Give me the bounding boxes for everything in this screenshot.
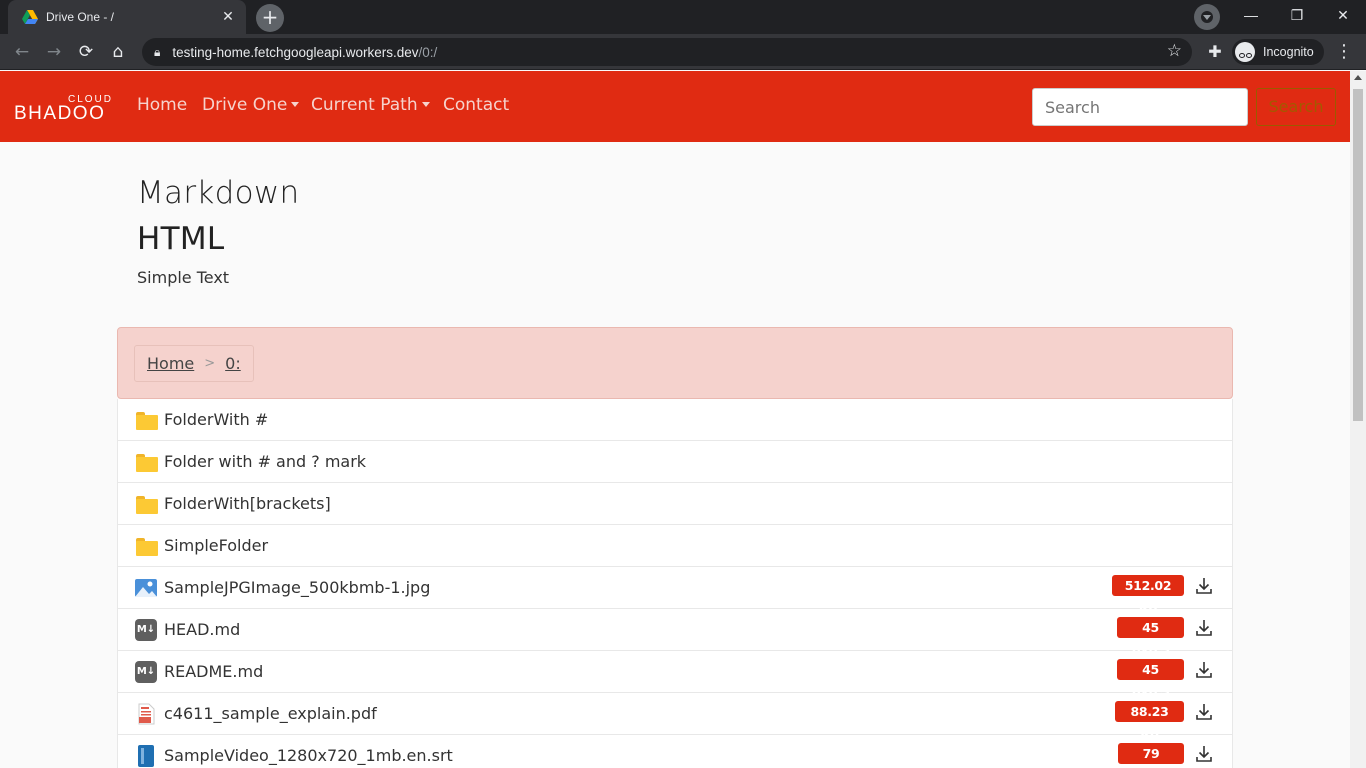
- incognito-indicator[interactable]: Incognito: [1232, 39, 1324, 65]
- url-field[interactable]: 🔒︎ testing-home.fetchgoogleapi.workers.d…: [142, 38, 1192, 66]
- minimize-button[interactable]: —: [1228, 0, 1274, 32]
- file-name[interactable]: c4611_sample_explain.pdf: [164, 704, 377, 723]
- list-item[interactable]: Folder with # and ? mark: [118, 441, 1232, 483]
- file-name[interactable]: README.md: [164, 662, 263, 681]
- forward-arrow-icon[interactable]: →: [40, 38, 68, 66]
- new-tab-button[interactable]: +: [256, 4, 284, 32]
- search-button[interactable]: Search: [1256, 88, 1336, 126]
- folder-icon: [135, 535, 158, 557]
- page-viewport: CLOUD BHADOO Home Drive One Current Path…: [0, 71, 1350, 768]
- tab-close-icon[interactable]: ✕: [220, 9, 236, 25]
- google-drive-icon: [22, 10, 38, 24]
- list-item[interactable]: SimpleFolder: [118, 525, 1232, 567]
- home-icon[interactable]: ⌂: [104, 38, 132, 66]
- nav-home[interactable]: Home: [137, 95, 187, 115]
- subtitle-file-icon: [138, 744, 154, 767]
- list-item[interactable]: SampleVideo_1280x720_1mb.en.srt 79 bytes: [118, 735, 1232, 768]
- breadcrumb-separator: >: [204, 356, 216, 371]
- download-icon[interactable]: [1194, 618, 1214, 638]
- chevron-down-icon: [291, 102, 300, 107]
- download-icon[interactable]: [1194, 744, 1214, 764]
- download-icon[interactable]: [1194, 660, 1214, 680]
- scroll-up-arrow-icon[interactable]: [1354, 75, 1362, 80]
- lock-icon: 🔒︎: [154, 44, 161, 59]
- list-item[interactable]: M↓ README.md 45 bytes: [118, 651, 1232, 698]
- restore-button[interactable]: ❐: [1274, 0, 1320, 32]
- browser-tab-bar: Drive One - / ✕ + — ❐ ✕: [0, 0, 1366, 34]
- tab-title: Drive One - /: [46, 10, 115, 24]
- folder-icon: [135, 493, 158, 515]
- list-item[interactable]: FolderWith #: [118, 399, 1232, 441]
- file-size-badge: 79 bytes: [1118, 743, 1184, 768]
- tab-search-icon[interactable]: [1194, 4, 1220, 30]
- readme-heading-2: HTML: [137, 221, 225, 257]
- breadcrumb-home-link[interactable]: Home: [147, 354, 194, 373]
- url-host: testing-home.fetchgoogleapi.workers.dev: [172, 44, 419, 60]
- download-icon[interactable]: [1194, 702, 1214, 722]
- scrollbar-thumb[interactable]: [1353, 89, 1363, 421]
- file-size-badge: 45 bytes: [1117, 617, 1184, 656]
- back-arrow-icon[interactable]: ←: [8, 38, 36, 66]
- incognito-label: Incognito: [1263, 45, 1314, 59]
- bookmark-star-icon[interactable]: ☆: [1167, 41, 1182, 61]
- file-list: FolderWith # Folder with # and ? mark Fo…: [117, 399, 1233, 768]
- file-name[interactable]: FolderWith #: [164, 410, 268, 429]
- brand-logo[interactable]: CLOUD BHADOO: [14, 94, 114, 124]
- pdf-file-icon: [138, 703, 155, 724]
- markdown-file-icon: M↓: [135, 618, 157, 641]
- address-bar: ← → ⟳ ⌂ 🔒︎ testing-home.fetchgoogleapi.w…: [0, 34, 1366, 70]
- file-size-badge: 88.23 KB: [1115, 701, 1184, 740]
- nav-drive-one-label: Drive One: [202, 95, 288, 115]
- breadcrumb-container: Home > 0:: [117, 327, 1233, 399]
- folder-icon: [135, 409, 158, 431]
- readme-text: Simple Text: [137, 268, 230, 287]
- browser-menu-icon[interactable]: ⋮: [1334, 38, 1354, 66]
- file-name[interactable]: FolderWith[brackets]: [164, 494, 331, 513]
- site-navbar: CLOUD BHADOO Home Drive One Current Path…: [0, 71, 1350, 142]
- file-size-badge: 45 bytes: [1117, 659, 1184, 698]
- nav-current-path-label: Current Path: [311, 95, 418, 115]
- reload-icon[interactable]: ⟳: [72, 38, 100, 66]
- breadcrumb: Home > 0:: [134, 345, 254, 382]
- list-item[interactable]: c4611_sample_explain.pdf 88.23 KB: [118, 693, 1232, 740]
- readme-heading-1: Markdown: [137, 175, 300, 211]
- window-close-button[interactable]: ✕: [1320, 0, 1366, 32]
- folder-icon: [135, 451, 158, 473]
- file-name[interactable]: Folder with # and ? mark: [164, 452, 366, 471]
- download-icon[interactable]: [1194, 576, 1214, 596]
- nav-drive-one[interactable]: Drive One: [202, 95, 300, 115]
- file-name[interactable]: SampleVideo_1280x720_1mb.en.srt: [164, 746, 453, 765]
- extensions-puzzle-icon[interactable]: ✚: [1204, 38, 1226, 66]
- list-item[interactable]: FolderWith[brackets]: [118, 483, 1232, 525]
- nav-current-path[interactable]: Current Path: [311, 95, 430, 115]
- incognito-icon: [1235, 42, 1255, 62]
- file-size-badge: 512.02 KB: [1112, 575, 1184, 614]
- file-name[interactable]: SimpleFolder: [164, 536, 268, 555]
- list-item[interactable]: SampleJPGImage_500kbmb-1.jpg 512.02 KB: [118, 567, 1232, 614]
- browser-tab[interactable]: Drive One - / ✕: [8, 0, 246, 34]
- brand-main-text: BHADOO: [14, 103, 106, 124]
- file-name[interactable]: SampleJPGImage_500kbmb-1.jpg: [164, 578, 430, 597]
- list-item[interactable]: M↓ HEAD.md 45 bytes: [118, 609, 1232, 656]
- url-path: /0:/: [418, 44, 438, 60]
- breadcrumb-current-link[interactable]: 0:: [225, 354, 241, 373]
- page-scrollbar[interactable]: [1350, 71, 1366, 768]
- search-input[interactable]: [1032, 88, 1248, 126]
- chevron-down-icon: [421, 102, 430, 107]
- file-name[interactable]: HEAD.md: [164, 620, 240, 639]
- image-file-icon: [135, 578, 157, 597]
- nav-contact[interactable]: Contact: [443, 95, 509, 115]
- markdown-file-icon: M↓: [135, 660, 157, 683]
